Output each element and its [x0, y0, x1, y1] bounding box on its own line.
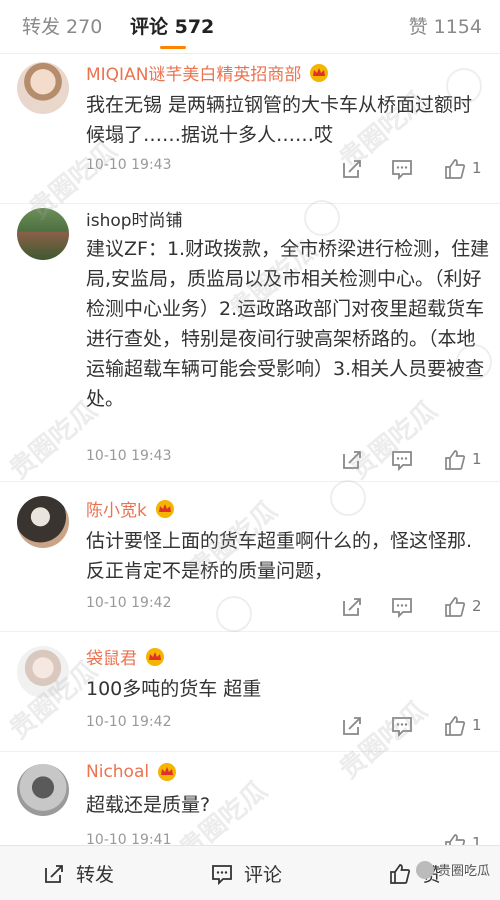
avatar[interactable]: [17, 496, 69, 548]
share-icon[interactable]: [340, 157, 364, 181]
crown-icon: [146, 647, 164, 666]
repost-label: 转发: [76, 864, 115, 886]
wechat-account-watermark: 贵圈吃瓜: [415, 860, 490, 879]
username[interactable]: ishop时尚铺: [86, 206, 183, 231]
avatar[interactable]: [17, 62, 69, 114]
comment-text: 建议ZF：1.财政拨款，全市桥梁进行检测，住建局,安监局，质监局以及市相关检测中…: [86, 238, 490, 410]
comment-text: 超载还是质量?: [86, 794, 211, 816]
share-icon[interactable]: [340, 448, 364, 472]
comment-text: 我在无锡 是两辆拉钢管的大卡车从桥面过额时候塌了……据说十多人……哎: [86, 94, 473, 146]
avatar[interactable]: [17, 646, 69, 698]
comment-item: 陈小宽k 估计要怪上面的货车超重啊什么的，怪这怪那.反正肯定不是桥的质量问题， …: [0, 484, 500, 632]
comment-item: MIQIAN谜芊美白精英招商部 我在无锡 是两辆拉钢管的大卡车从桥面过额时候塌了…: [0, 56, 500, 204]
wechat-icon: [415, 860, 434, 879]
wechat-account-name: 贵圈吃瓜: [437, 864, 490, 879]
repost-button[interactable]: 转发: [42, 860, 114, 887]
tab-repost[interactable]: 转发 270: [22, 12, 102, 39]
comment-label: 评论: [244, 864, 283, 886]
thumbs-up-icon[interactable]: [443, 714, 467, 738]
comment-icon[interactable]: [390, 448, 414, 472]
comment-time: 10-10 19:43: [86, 157, 172, 173]
tab-comments[interactable]: 评论 572: [130, 12, 214, 39]
like-count: 1: [472, 159, 482, 177]
comment-icon[interactable]: [390, 157, 414, 181]
avatar[interactable]: [17, 764, 69, 816]
comment-time: 10-10 19:41: [86, 832, 172, 845]
thumbs-up-icon[interactable]: [443, 157, 467, 181]
share-icon[interactable]: [340, 714, 364, 738]
username[interactable]: MIQIAN谜芊美白精英招商部: [86, 60, 301, 85]
comment-text: 估计要怪上面的货车超重啊什么的，怪这怪那.反正肯定不是桥的质量问题，: [86, 530, 473, 582]
comment-icon[interactable]: [390, 714, 414, 738]
active-tab-indicator: [160, 46, 186, 49]
comment-item: Nichoal 超载还是质量? 10-10 19:41 1: [0, 754, 500, 845]
share-icon[interactable]: [340, 595, 364, 619]
comment-time: 10-10 19:42: [86, 714, 172, 730]
comment-icon[interactable]: [390, 595, 414, 619]
comment-item: 袋鼠君 100多吨的货车 超重 10-10 19:42 1: [0, 634, 500, 752]
crown-icon: [158, 763, 177, 781]
username[interactable]: 袋鼠君: [86, 644, 137, 669]
crown-icon: [155, 499, 174, 518]
crown-icon: [310, 63, 329, 82]
thumbs-up-icon[interactable]: [443, 448, 467, 472]
like-count: 1: [472, 834, 482, 845]
username[interactable]: Nichoal: [86, 762, 149, 782]
comment-tabs: 转发 270 评论 572 赞 1154: [0, 0, 500, 54]
like-count: 1: [472, 450, 482, 468]
comment-time: 10-10 19:43: [86, 448, 172, 464]
thumbs-up-icon[interactable]: [443, 832, 467, 845]
comment-item: ishop时尚铺 建议ZF：1.财政拨款，全市桥梁进行检测，住建局,安监局，质监…: [0, 204, 500, 482]
comment-icon: [212, 864, 232, 885]
avatar[interactable]: [17, 208, 69, 260]
thumbs-up-icon[interactable]: [443, 595, 467, 619]
share-icon: [45, 864, 63, 883]
like-count: 1: [472, 716, 482, 734]
username[interactable]: 陈小宽k: [86, 496, 147, 521]
comment-button[interactable]: 评论: [210, 860, 282, 887]
comment-time: 10-10 19:42: [86, 595, 172, 611]
tab-likes[interactable]: 赞 1154: [409, 12, 482, 39]
thumbs-up-icon: [390, 863, 411, 884]
like-count: 2: [472, 597, 482, 615]
comment-text: 100多吨的货车 超重: [86, 678, 262, 700]
